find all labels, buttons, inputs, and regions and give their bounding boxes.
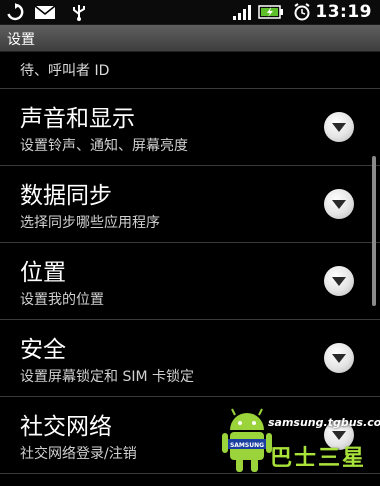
android-robot-icon: SAMSUNG: [222, 408, 272, 472]
list-item-summary: 设置屏幕锁定和 SIM 卡锁定: [20, 369, 194, 385]
usb-icon: [73, 5, 85, 21]
list-item-title: 社交网络: [20, 414, 112, 440]
watermark-url: samsung.tgbus.com: [268, 416, 380, 429]
chevron-down-icon[interactable]: [324, 189, 354, 219]
list-item-summary: 待、呼叫者 ID: [20, 63, 110, 79]
list-item-location[interactable]: 位置 设置我的位置: [0, 243, 380, 320]
list-item-summary: 设置我的位置: [20, 292, 104, 308]
battery-charging-icon: [258, 5, 283, 19]
list-item-title: 声音和显示: [20, 106, 135, 132]
title-bar: 设置: [0, 25, 380, 52]
clock: 13:19: [315, 2, 372, 22]
list-item-partial[interactable]: 待、呼叫者 ID: [0, 52, 380, 89]
list-item-title: 数据同步: [20, 183, 112, 209]
chevron-down-icon[interactable]: [324, 112, 354, 142]
list-item-summary: 选择同步哪些应用程序: [20, 215, 160, 231]
chevron-down-icon[interactable]: [324, 266, 354, 296]
chevron-down-icon[interactable]: [324, 343, 354, 373]
status-bar: 13:19: [0, 0, 380, 25]
page-title: 设置: [7, 32, 35, 48]
list-item-title: 位置: [20, 260, 66, 286]
sync-icon: [7, 3, 24, 21]
scrollbar[interactable]: [372, 156, 376, 306]
alarm-icon: [294, 3, 310, 21]
watermark-brand: 巴士三星: [270, 446, 367, 471]
list-item-summary: 设置铃声、通知、屏幕亮度: [20, 138, 188, 154]
list-item-security[interactable]: 安全 设置屏幕锁定和 SIM 卡锁定: [0, 320, 380, 397]
watermark-logo: SAMSUNG samsung.tgbus.com 巴士三星: [220, 404, 380, 486]
svg-text:SAMSUNG: SAMSUNG: [230, 442, 264, 449]
list-item-data-sync[interactable]: 数据同步 选择同步哪些应用程序: [0, 166, 380, 243]
list-item-summary: 社交网络登录/注销: [20, 446, 137, 462]
list-item-sound-display[interactable]: 声音和显示 设置铃声、通知、屏幕亮度: [0, 89, 380, 166]
list-item-title: 安全: [20, 337, 66, 363]
signal-icon: [233, 5, 251, 20]
mail-icon: [34, 5, 56, 19]
